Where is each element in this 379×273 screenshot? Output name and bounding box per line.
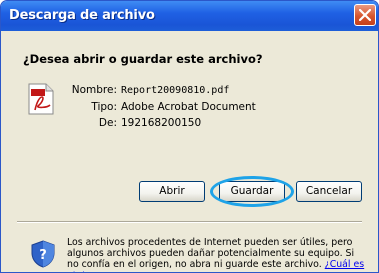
dialog-question: ¿Desea abrir o guardar este archivo? xyxy=(23,52,263,66)
file-source: 192168200150 xyxy=(121,117,202,129)
security-warning: Los archivos procedentes de Internet pue… xyxy=(67,237,367,272)
close-icon xyxy=(359,9,371,21)
file-name: Report20090810.pdf xyxy=(121,85,230,96)
cancel-button[interactable]: Cancelar xyxy=(296,181,362,202)
window-title: Descarga de archivo xyxy=(9,8,155,23)
warning-text: Los archivos procedentes de Internet pue… xyxy=(67,237,355,271)
name-label: Nombre: xyxy=(71,84,117,96)
dialog-body: ¿Desea abrir o guardar este archivo? Nom… xyxy=(5,31,374,272)
from-label: De: xyxy=(98,117,117,129)
title-bar[interactable]: Descarga de archivo xyxy=(1,1,378,31)
download-dialog: Descarga de archivo ¿Desea abrir o guard… xyxy=(0,0,379,273)
type-label: Tipo: xyxy=(91,101,117,113)
svg-text:?: ? xyxy=(39,248,47,263)
divider xyxy=(17,221,362,223)
file-type: Adobe Acrobat Document xyxy=(121,101,256,113)
open-button[interactable]: Abrir xyxy=(139,181,205,202)
shield-question-icon: ? xyxy=(31,240,55,268)
save-highlight-ring xyxy=(210,176,294,207)
pdf-file-icon xyxy=(28,83,54,115)
close-button[interactable] xyxy=(354,4,376,26)
